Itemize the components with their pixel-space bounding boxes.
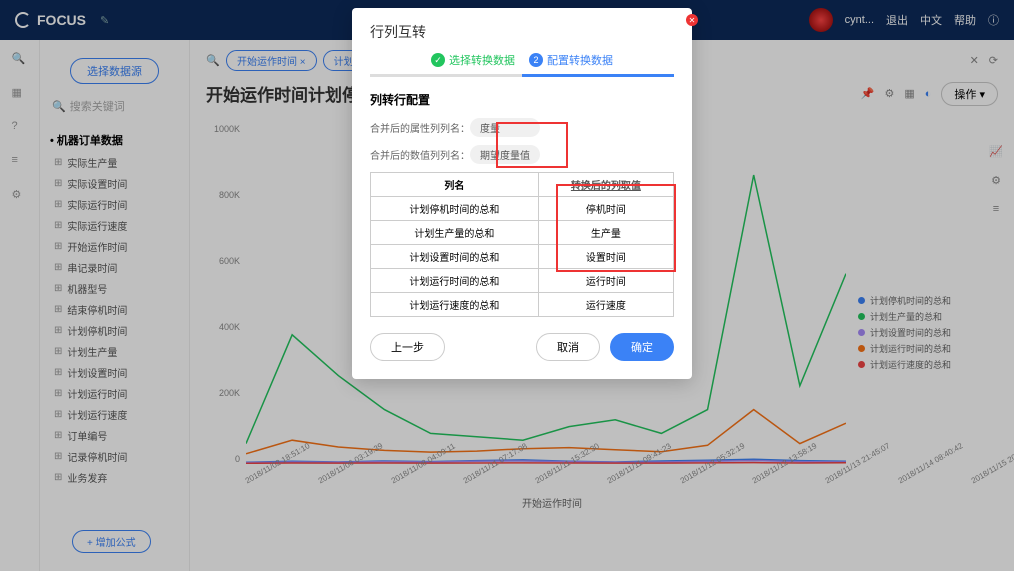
val-col-label: 合并后的数值列列名： bbox=[370, 147, 470, 162]
modal-button-row: 上一步 取消 确定 bbox=[370, 333, 674, 361]
table-row: 计划生产量的总和生产量 bbox=[371, 221, 674, 245]
step-indicator: ✓选择转换数据 2配置转换数据 bbox=[370, 52, 674, 68]
attr-col-label: 合并后的属性列列名： bbox=[370, 120, 470, 135]
attr-col-input[interactable]: 度量 bbox=[470, 118, 540, 137]
step-1: ✓选择转换数据 bbox=[431, 52, 515, 68]
mapping-table: 列名 转换后的列取值 计划停机时间的总和停机时间计划生产量的总和生产量计划设置时… bbox=[370, 172, 674, 317]
prev-button[interactable]: 上一步 bbox=[370, 333, 445, 361]
table-row: 计划设置时间的总和设置时间 bbox=[371, 245, 674, 269]
th-col-value: 转换后的列取值 bbox=[538, 173, 673, 197]
modal-close-button[interactable]: ✕ bbox=[686, 14, 698, 26]
table-row: 计划运行时间的总和运行时间 bbox=[371, 269, 674, 293]
config-section-title: 列转行配置 bbox=[370, 91, 674, 108]
th-col-name: 列名 bbox=[371, 173, 539, 197]
table-row: 计划停机时间的总和停机时间 bbox=[371, 197, 674, 221]
val-col-input[interactable]: 期望度量值 bbox=[470, 145, 540, 164]
step-2: 2配置转换数据 bbox=[529, 52, 613, 68]
attr-col-row: 合并后的属性列列名： 度量 bbox=[370, 118, 674, 137]
step-progress bbox=[370, 74, 674, 77]
cancel-button[interactable]: 取消 bbox=[536, 333, 600, 361]
modal-title: 行列互转 bbox=[370, 22, 674, 42]
val-col-row: 合并后的数值列列名： 期望度量值 bbox=[370, 145, 674, 164]
table-row: 计划运行速度的总和运行速度 bbox=[371, 293, 674, 317]
confirm-button[interactable]: 确定 bbox=[610, 333, 674, 361]
transform-modal: ✕ 行列互转 ✓选择转换数据 2配置转换数据 列转行配置 合并后的属性列列名： … bbox=[352, 8, 692, 379]
